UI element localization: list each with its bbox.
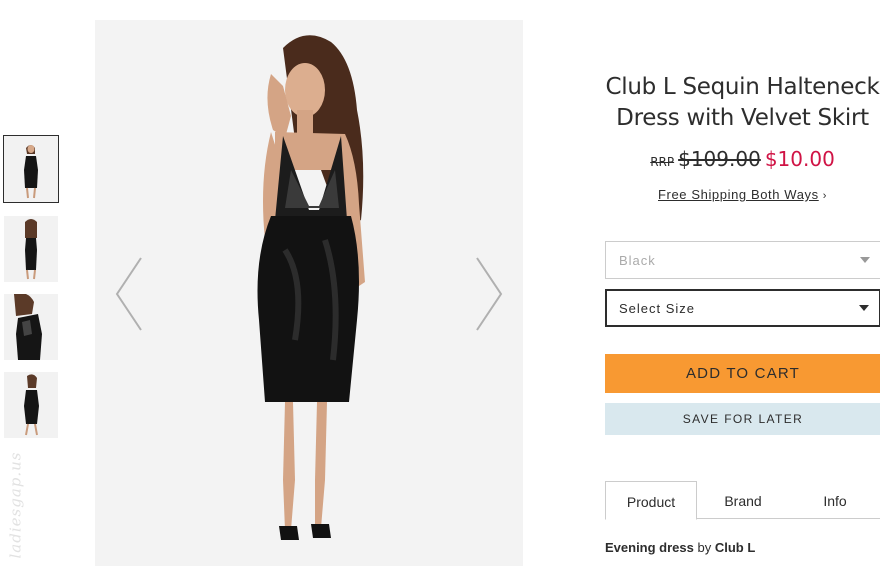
size-select[interactable]: Select Size (605, 289, 880, 327)
product-title: Club L Sequin Halteneck Dress with Velve… (605, 74, 880, 131)
model-photo (95, 20, 523, 566)
sale-price: $10.00 (764, 147, 835, 171)
tab-product[interactable]: Product (605, 481, 697, 520)
description-by: by (697, 540, 712, 555)
add-to-cart-button[interactable]: ADD TO CART (605, 354, 880, 393)
tab-brand[interactable]: Brand (709, 481, 777, 519)
thumbnail-3[interactable] (4, 294, 58, 360)
chevron-right-icon (476, 257, 503, 331)
watermark: ladiesgap.us (2, 446, 32, 566)
thumbnail-image (4, 372, 58, 438)
old-price: $109.00 (678, 147, 761, 171)
thumbnail-1[interactable] (3, 135, 59, 203)
product-info-panel: Club L Sequin Halteneck Dress with Velve… (605, 0, 880, 574)
free-shipping-link[interactable]: Free Shipping Both Ways (658, 187, 819, 202)
save-for-later-button[interactable]: SAVE FOR LATER (605, 403, 880, 435)
main-product-image (95, 20, 523, 566)
thumbnail-2[interactable] (4, 216, 58, 282)
caret-down-icon (859, 305, 869, 311)
previous-image-button[interactable] (111, 254, 147, 334)
watermark-text: ladiesgap.us (6, 451, 25, 559)
thumbnail-4[interactable] (4, 372, 58, 438)
thumbnail-image (4, 136, 58, 202)
product-category: Evening dress (605, 540, 694, 555)
product-tabs: Product Brand Info (605, 481, 880, 520)
rrp-label: RRP (650, 155, 675, 169)
colour-select[interactable]: Black (605, 241, 880, 279)
next-image-button[interactable] (471, 254, 507, 334)
product-description: Evening dress by Club L (605, 540, 755, 555)
thumbnail-image (4, 294, 58, 360)
tab-info[interactable]: Info (805, 481, 865, 519)
thumbnail-image (4, 216, 58, 282)
price-row: RRP $109.00 $10.00 (605, 147, 880, 171)
caret-down-icon (860, 257, 870, 263)
shipping-info: Free Shipping Both Ways › (605, 187, 880, 202)
colour-select-value: Black (619, 253, 656, 268)
size-select-value: Select Size (619, 301, 696, 316)
brand-link[interactable]: Club L (715, 540, 755, 555)
chevron-right-icon: › (822, 190, 827, 202)
chevron-left-icon (115, 257, 142, 331)
